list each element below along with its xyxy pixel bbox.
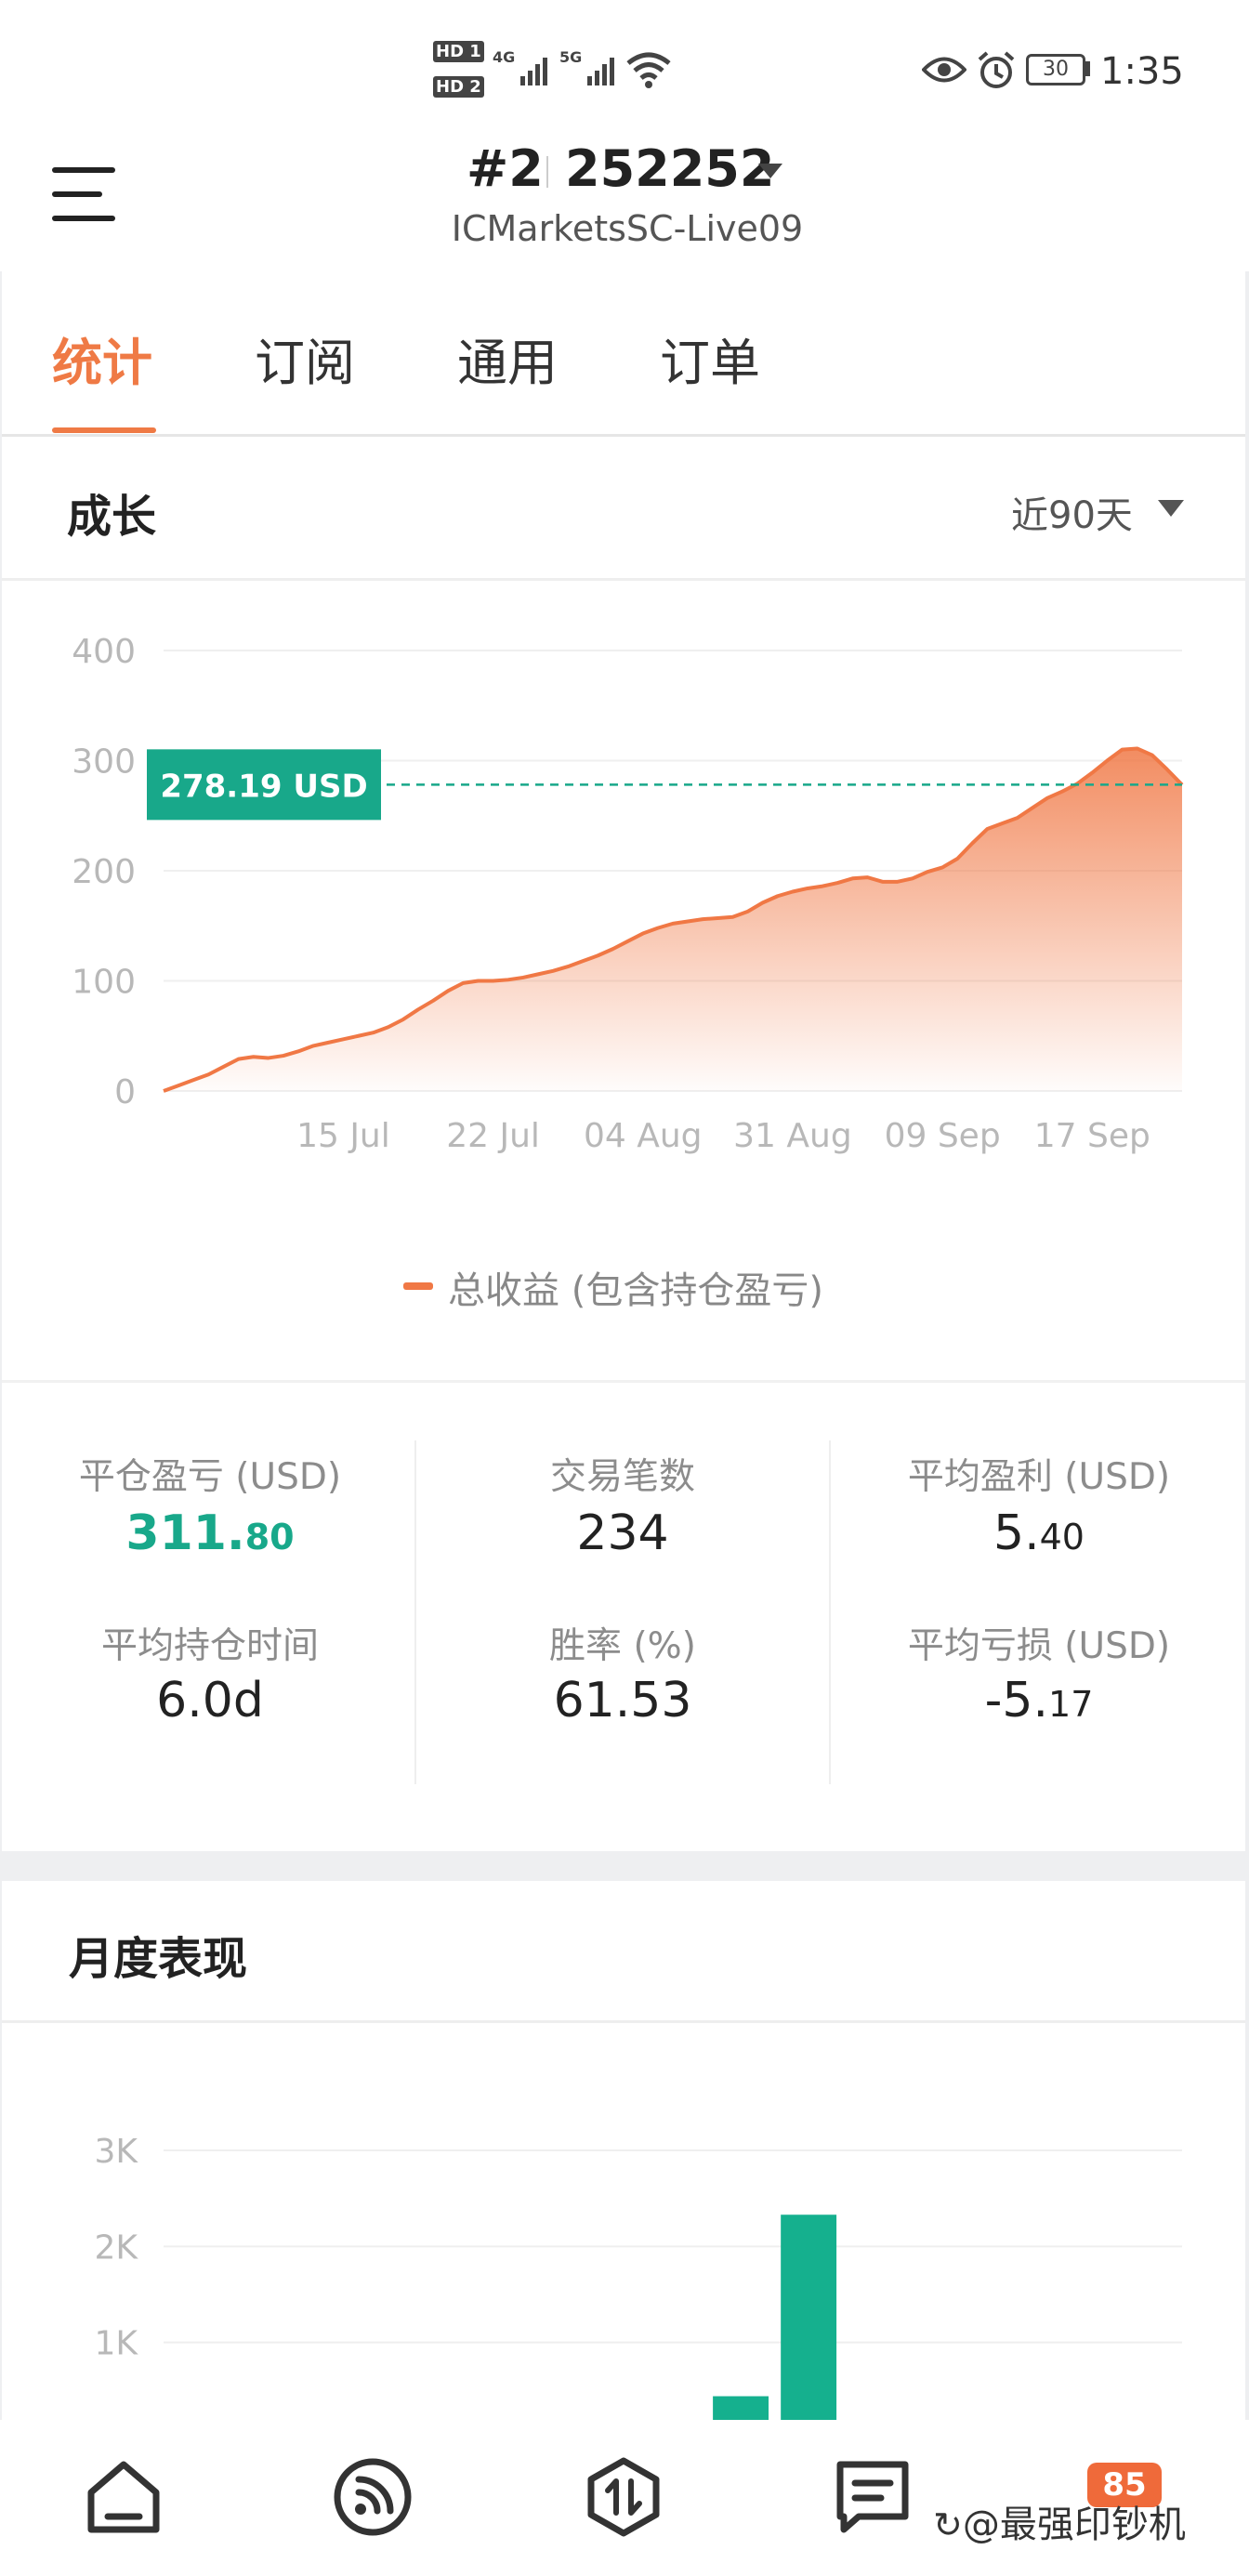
battery-icon: 30 <box>1026 54 1085 85</box>
watermark: ↻@最强印钞机 <box>933 2494 1186 2548</box>
x-tick-label: 17 Sep <box>1034 1117 1150 1155</box>
signal-4g-icon: 4G <box>493 48 558 89</box>
tab-general[interactable]: 通用 <box>457 322 558 395</box>
server-name: ICMarketsSC-Live09 <box>451 208 804 249</box>
battery-level: 30 <box>1043 58 1069 81</box>
chart-legend: 总收益 (包含持仓盈亏) <box>403 1260 887 1316</box>
bar <box>713 2396 769 2420</box>
stat-label-avg-profit: 平均盈利 (USD) <box>907 1456 1171 1498</box>
tab-orders[interactable]: 订单 <box>660 322 760 395</box>
stat-label-avg-holding: 平均持仓时间 <box>100 1625 319 1667</box>
sim1-badge: HD 1 <box>433 41 484 62</box>
reference-label-text: 278.19 USD <box>160 768 367 805</box>
value-decimal: 17 <box>1048 1684 1094 1725</box>
stat-label-win-rate: 胜率 (%) <box>549 1625 696 1667</box>
eye-icon <box>922 57 966 83</box>
y-tick-label: 100 <box>72 964 136 1002</box>
stat-value-trades: 234 <box>437 1505 809 1561</box>
sim2-badge: HD 2 <box>433 76 484 98</box>
x-tick-label: 04 Aug <box>584 1117 703 1155</box>
value-main: -5. <box>984 1673 1049 1728</box>
trade-icon[interactable] <box>582 2455 665 2539</box>
stat-value-avg-loss: -5.17 <box>853 1673 1225 1728</box>
status-bar: HD 1 HD 2 4G 5G 30 1:35 <box>0 0 1249 130</box>
value-main: 6.0d <box>156 1673 264 1728</box>
messages-icon[interactable] <box>831 2455 914 2539</box>
x-tick-label: 22 Jul <box>446 1117 540 1155</box>
account-divider <box>546 156 548 188</box>
account-selector[interactable]: #2 252252 <box>455 139 827 204</box>
x-tick-label: 15 Jul <box>296 1117 390 1155</box>
battery-tip <box>1085 61 1090 76</box>
stat-value-win-rate: 61.53 <box>437 1673 809 1728</box>
weibo-icon: ↻ <box>933 2504 963 2545</box>
stat-value-closed-pnl: 311.80 <box>24 1505 396 1561</box>
bar <box>781 2215 837 2420</box>
growth-section: 成长 近90天 400 300 200 100 0 15 Jul 22 Jul 04 Aug 3… <box>2 437 1245 1851</box>
stat-value-avg-profit: 5.40 <box>853 1505 1225 1561</box>
value-main: 234 <box>576 1505 669 1561</box>
stat-divider <box>829 1440 831 1784</box>
section-divider <box>2 578 1245 581</box>
value-main: 61.53 <box>553 1673 692 1728</box>
tab-bar: 统计 订阅 通用 订单 <box>2 271 1245 437</box>
clock: 1:35 <box>1100 50 1184 93</box>
app-header: #2 252252 ICMarketsSC-Live09 <box>0 130 1249 271</box>
x-tick-label: 09 Sep <box>885 1117 1001 1155</box>
monthly-chart: 3K2K1K0 <box>94 2133 1182 2420</box>
active-tab-indicator <box>52 427 156 433</box>
monthly-section: 月度表现 3K2K1K0 <box>2 1881 1245 2420</box>
y-tick-label: 0 <box>114 1073 136 1111</box>
stat-label-avg-loss: 平均亏损 (USD) <box>907 1625 1171 1667</box>
value-main: 5. <box>993 1505 1040 1561</box>
stat-value-avg-holding: 6.0d <box>24 1673 396 1728</box>
value-main: 311. <box>125 1505 245 1561</box>
account-number: 252252 <box>565 139 775 198</box>
period-selector[interactable]: 近90天 <box>1011 485 1197 537</box>
section-divider <box>2 1380 1245 1383</box>
y-tick-label: 1K <box>94 2325 138 2363</box>
legend-label: 总收益 (包含持仓盈亏) <box>448 1269 823 1312</box>
y-tick-label: 300 <box>72 743 136 782</box>
home-icon[interactable] <box>82 2455 165 2539</box>
value-decimal: 40 <box>1039 1517 1085 1557</box>
monthly-title: 月度表现 <box>69 1933 248 1985</box>
chevron-down-icon <box>1158 500 1184 517</box>
signal-5g-icon: 5G <box>559 48 624 89</box>
stats-grid: 平仓盈亏 (USD) 311.80 交易笔数 234 平均盈利 (USD) 5.… <box>2 1440 1245 1784</box>
section-divider <box>2 2020 1245 2023</box>
y-tick-label: 3K <box>94 2133 138 2171</box>
stat-label-closed-pnl: 平仓盈亏 (USD) <box>78 1456 342 1498</box>
value-decimal: 80 <box>244 1517 295 1557</box>
alarm-icon <box>978 51 1015 88</box>
tab-subscribe[interactable]: 订阅 <box>255 322 355 395</box>
y-tick-label: 400 <box>72 633 136 671</box>
reference-label: 278.19 USD <box>147 749 381 821</box>
growth-title: 成长 <box>67 491 157 543</box>
x-tick-label: 31 Aug <box>733 1117 852 1155</box>
stat-label-trades: 交易笔数 <box>549 1456 695 1498</box>
chevron-down-icon <box>758 164 782 178</box>
bottom-nav: 85 ↻@最强印钞机 <box>0 2420 1249 2576</box>
tab-statistics[interactable]: 统计 <box>52 322 152 395</box>
legend-swatch <box>403 1282 433 1290</box>
stat-divider <box>414 1440 416 1784</box>
y-tick-label: 2K <box>94 2228 138 2267</box>
feed-icon[interactable] <box>331 2455 414 2539</box>
wifi-icon <box>626 52 671 88</box>
y-tick-label: 200 <box>72 853 136 891</box>
period-label: 近90天 <box>1011 494 1133 537</box>
menu-icon[interactable] <box>48 162 119 227</box>
watermark-text: @最强印钞机 <box>962 2504 1186 2546</box>
account-rank: #2 <box>467 139 544 198</box>
sim-indicators: HD 1 HD 2 <box>433 41 487 106</box>
